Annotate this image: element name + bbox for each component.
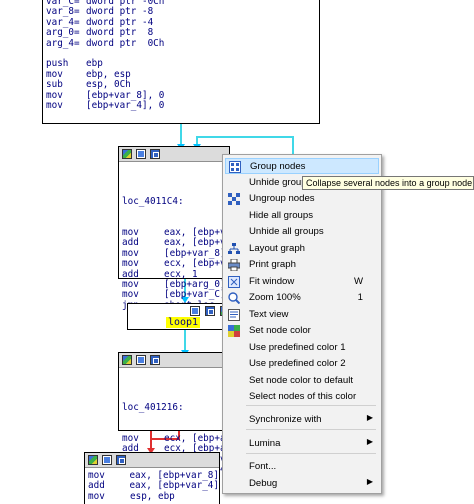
node-label: loc_401216: bbox=[122, 401, 184, 413]
menu-item-label: Synchronize with bbox=[249, 414, 322, 425]
node-label: loc_4011C4: bbox=[122, 195, 184, 207]
tooltip: Collapse several nodes into a group node bbox=[302, 176, 474, 190]
ungroup-nodes-icon bbox=[228, 193, 240, 205]
code-mnemonic: arg_4= bbox=[46, 37, 80, 49]
menu-item-select-nodes-of-this-color[interactable]: Select nodes of this color bbox=[225, 389, 379, 405]
menu-item-label: Set node color bbox=[249, 325, 311, 336]
code-operand: [ebp+var_4], 0 bbox=[86, 99, 165, 111]
edge-top-to-loc bbox=[180, 124, 182, 146]
menu-separator bbox=[246, 405, 376, 406]
menu-item-set-node-color-to-default[interactable]: Set node color to default bbox=[225, 373, 379, 389]
code-line[interactable]: arg_4= dword ptr 0Ch bbox=[46, 37, 319, 49]
code-operand: esp, ebp bbox=[130, 490, 175, 502]
graph-context-menu: Group nodes Unhide group Ungroup nodes Hide… bbox=[222, 154, 382, 494]
node-color-icon[interactable] bbox=[122, 355, 132, 365]
node-code: mov eax, [ebp+var_8] add eax, [ebp+var_4] mo… bbox=[85, 468, 219, 502]
menu-item-label: Unhide all groups bbox=[249, 226, 324, 237]
menu-item-use-predefined-color-2[interactable]: Use predefined color 2 bbox=[225, 356, 379, 372]
menu-item-label: Debug bbox=[249, 478, 278, 489]
menu-item-label: Lumina bbox=[249, 438, 281, 449]
code-operand: dword ptr 0Ch bbox=[86, 37, 165, 49]
menu-item-label: Unhide group bbox=[249, 177, 307, 188]
node-header bbox=[119, 147, 229, 162]
node-group-icon[interactable] bbox=[150, 355, 160, 365]
code-line[interactable]: sub esp, 0Ch bbox=[46, 79, 319, 91]
edge-back-loop-vertical bbox=[292, 136, 294, 156]
code-line[interactable]: arg_0= dword ptr 8 bbox=[46, 27, 319, 39]
menu-item-fit-window[interactable]: Fit window W bbox=[225, 274, 379, 290]
menu-item-print-graph[interactable]: Print graph bbox=[225, 257, 379, 273]
submenu-arrow-icon: ▶ bbox=[366, 437, 373, 446]
code-mnemonic: sub bbox=[46, 79, 63, 91]
graph-node-loc-401216[interactable]: loc_401216: mov ecx, [ebp+a add ecx, [ebp+a… bbox=[118, 352, 230, 475]
menu-item-label: Set node color to default bbox=[249, 375, 354, 386]
menu-item-unhide-all-groups[interactable]: Unhide all groups bbox=[225, 224, 379, 240]
code-mnemonic: mov bbox=[88, 490, 105, 502]
group-nodes-icon bbox=[229, 161, 241, 173]
color-icon bbox=[228, 325, 240, 337]
menu-item-lumina[interactable]: Lumina ▶ bbox=[225, 436, 379, 452]
menu-item-label: Print graph bbox=[249, 259, 296, 270]
layout-graph-icon bbox=[228, 243, 240, 255]
submenu-arrow-icon: ▶ bbox=[366, 413, 373, 422]
menu-item-layout-graph[interactable]: Layout graph bbox=[225, 241, 379, 257]
menu-item-shortcut: W bbox=[353, 276, 363, 287]
menu-item-label: Hide all groups bbox=[249, 210, 313, 221]
submenu-arrow-icon: ▶ bbox=[366, 477, 373, 486]
code-operand: esp, 0Ch bbox=[86, 79, 131, 91]
menu-item-shortcut: 1 bbox=[357, 292, 363, 303]
code-line[interactable]: mov [ebp+var_4], 0 bbox=[46, 99, 319, 111]
menu-item-label: Use predefined color 2 bbox=[249, 358, 346, 369]
menu-item-synchronize-with[interactable]: Synchronize with ▶ bbox=[225, 412, 379, 428]
graph-node-entry[interactable]: var_C= dword ptr -0Ch var_8= dword ptr -8 va… bbox=[42, 0, 320, 124]
node-rename-icon[interactable] bbox=[136, 355, 146, 365]
menu-item-text-view[interactable]: Text view bbox=[225, 307, 379, 323]
menu-item-set-node-color[interactable]: Set node color bbox=[225, 323, 379, 339]
node-rename-icon[interactable] bbox=[102, 455, 112, 465]
node-code: var_C= dword ptr -0Ch var_8= dword ptr -8 va… bbox=[43, 0, 319, 111]
menu-item-label: Font... bbox=[249, 461, 277, 472]
menu-separator bbox=[246, 453, 376, 454]
node-rename-icon[interactable] bbox=[136, 149, 146, 159]
node-color-icon[interactable] bbox=[122, 149, 132, 159]
node-group-icon[interactable] bbox=[116, 455, 126, 465]
menu-item-label: Group nodes bbox=[250, 161, 306, 172]
menu-item-label: Layout graph bbox=[249, 243, 306, 254]
menu-item-label: Text view bbox=[249, 309, 289, 320]
code-operand: dword ptr 8 bbox=[86, 27, 154, 39]
menu-item-zoom-100[interactable]: Zoom 100% 1 bbox=[225, 290, 379, 306]
edge-back-loop bbox=[196, 136, 294, 138]
code-mnemonic: mov bbox=[46, 99, 63, 111]
menu-item-use-predefined-color-1[interactable]: Use predefined color 1 bbox=[225, 340, 379, 356]
zoom-icon bbox=[228, 292, 241, 305]
menu-item-label: Fit window bbox=[249, 276, 295, 287]
text-view-icon bbox=[228, 309, 240, 321]
node-group-icon[interactable] bbox=[150, 149, 160, 159]
menu-item-hide-all-groups[interactable]: Hide all groups bbox=[225, 208, 379, 224]
node-header bbox=[119, 353, 229, 368]
code-line[interactable]: mov esp, ebp bbox=[88, 490, 219, 502]
group-ungroup-icon[interactable] bbox=[205, 306, 215, 316]
menu-item-font[interactable]: Font... bbox=[225, 459, 379, 475]
print-icon bbox=[227, 258, 241, 272]
menu-item-debug[interactable]: Debug ▶ bbox=[225, 476, 379, 492]
group-expand-icon[interactable] bbox=[190, 306, 200, 316]
graph-node-loc-4011c4[interactable]: loc_4011C4: mov eax, [ebp+v add eax, [ebp+v… bbox=[118, 146, 230, 311]
node-header bbox=[85, 453, 219, 468]
menu-item-ungroup-nodes[interactable]: Ungroup nodes bbox=[225, 191, 379, 207]
menu-item-group-nodes[interactable]: Group nodes bbox=[225, 158, 379, 174]
fit-window-icon bbox=[228, 276, 240, 288]
code-mnemonic: arg_0= bbox=[46, 27, 80, 39]
graph-node-exit[interactable]: mov eax, [ebp+var_8] add eax, [ebp+var_4] mo… bbox=[84, 452, 220, 504]
node-color-icon[interactable] bbox=[88, 455, 98, 465]
edge-group-to-loc2 bbox=[184, 330, 186, 352]
menu-separator bbox=[246, 429, 376, 430]
menu-item-label: Zoom 100% bbox=[249, 292, 301, 303]
menu-item-label: Ungroup nodes bbox=[249, 193, 315, 204]
menu-item-label: Select nodes of this color bbox=[249, 391, 357, 402]
menu-item-label: Use predefined color 1 bbox=[249, 342, 346, 353]
